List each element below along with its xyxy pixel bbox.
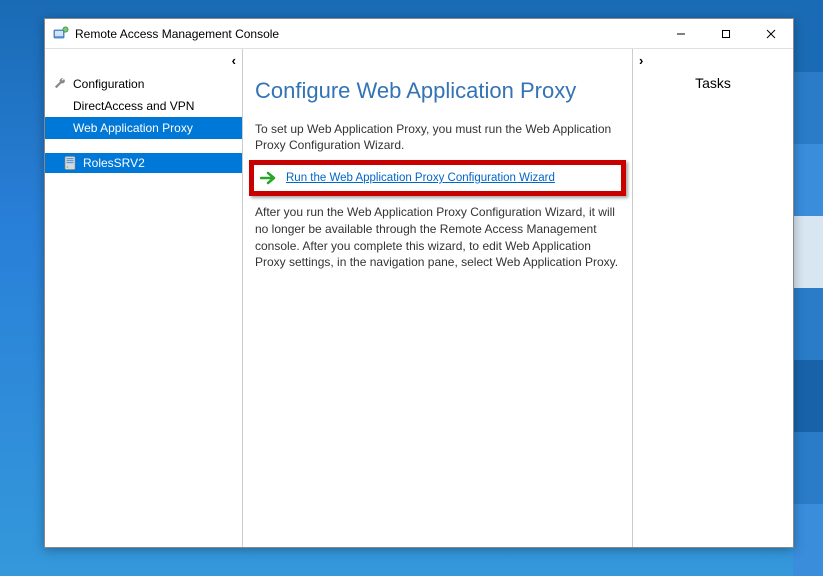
maximize-button[interactable] [703, 19, 748, 48]
run-wizard-link[interactable]: Run the Web Application Proxy Configurat… [286, 172, 555, 184]
server-label: RolesSRV2 [83, 156, 145, 170]
window-title: Remote Access Management Console [75, 27, 658, 41]
after-text: After you run the Web Application Proxy … [255, 204, 620, 271]
content-area: ‹ Configuration DirectAccess and VPN Web… [45, 49, 793, 547]
collapse-left-icon[interactable]: ‹ [232, 53, 236, 68]
titlebar[interactable]: Remote Access Management Console [45, 19, 793, 49]
server-icon [63, 156, 77, 170]
server-item[interactable]: RolesSRV2 [45, 153, 242, 173]
wrench-icon [53, 77, 67, 91]
window-controls [658, 19, 793, 48]
main-panel: Configure Web Application Proxy To set u… [243, 49, 633, 547]
app-icon [53, 26, 69, 42]
collapse-right-icon[interactable]: › [639, 53, 643, 68]
desktop-background [793, 0, 823, 576]
minimize-button[interactable] [658, 19, 703, 48]
run-wizard-row: Run the Web Application Proxy Configurat… [249, 160, 626, 196]
nav-section-configuration[interactable]: Configuration [45, 71, 242, 95]
arrow-right-icon [260, 171, 278, 185]
app-window: Remote Access Management Console ‹ Confi… [44, 18, 794, 548]
nav-item-label: DirectAccess and VPN [73, 99, 194, 113]
page-title: Configure Web Application Proxy [255, 77, 620, 105]
nav-section-label: Configuration [73, 77, 144, 91]
nav-item-directaccess-vpn[interactable]: DirectAccess and VPN [45, 95, 242, 117]
navigation-panel: ‹ Configuration DirectAccess and VPN Web… [45, 49, 243, 547]
intro-text: To set up Web Application Proxy, you mus… [255, 121, 620, 155]
nav-item-label: Web Application Proxy [73, 121, 193, 135]
close-button[interactable] [748, 19, 793, 48]
tasks-header: Tasks [643, 75, 783, 91]
server-section: RolesSRV2 [45, 153, 242, 173]
tasks-panel: › Tasks [633, 49, 793, 547]
nav-item-web-application-proxy[interactable]: Web Application Proxy [45, 117, 242, 139]
